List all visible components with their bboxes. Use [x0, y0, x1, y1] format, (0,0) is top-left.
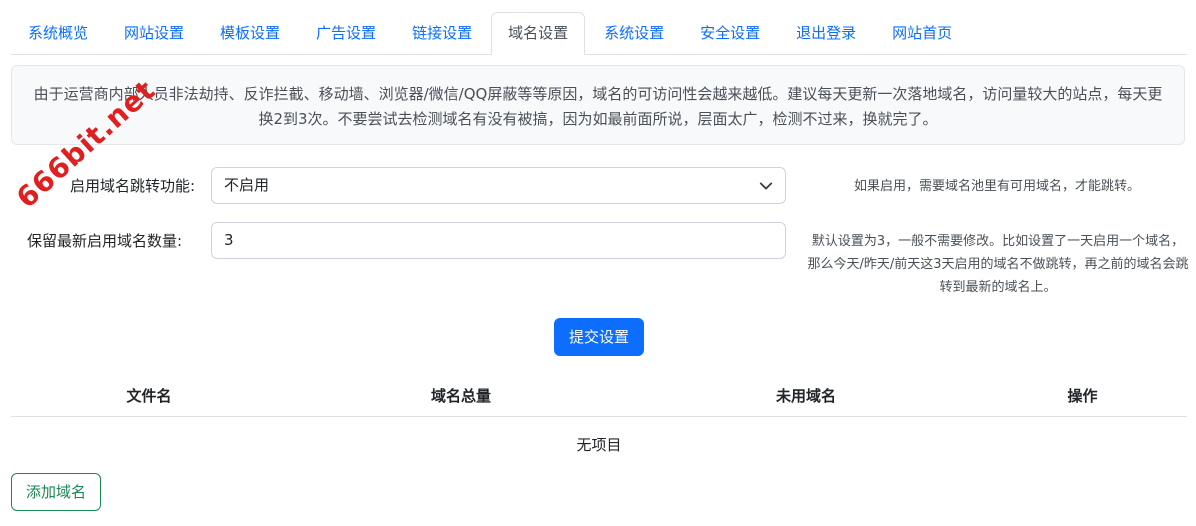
keep-count-input[interactable]: 3 [211, 222, 786, 259]
add-domain-button[interactable]: 添加域名 [11, 473, 101, 511]
notice-text: 由于运营商内部人员非法劫持、反诈拦截、移动墙、浏览器/微信/QQ屏蔽等等原因，域… [33, 85, 1163, 128]
column-actions: 操作 [1067, 387, 1098, 405]
domain-table-header: 文件名 域名总量 未用域名 操作 [11, 376, 1187, 417]
table-empty-message: 无项目 [576, 436, 622, 454]
nav-tabs: 系统概览 网站设置 模板设置 广告设置 链接设置 域名设置 系统设置 安全设置 … [11, 12, 1187, 55]
tab-site-home[interactable]: 网站首页 [875, 12, 969, 54]
column-unused-domains: 未用域名 [775, 387, 836, 405]
notice-box: 由于运营商内部人员非法劫持、反诈拦截、移动墙、浏览器/微信/QQ屏蔽等等原因，域… [11, 65, 1185, 145]
keep-count-label: 保留最新启用域名数量: [26, 232, 182, 250]
column-file-name: 文件名 [126, 387, 172, 405]
tab-security-settings[interactable]: 安全设置 [683, 12, 777, 54]
redirect-help: 如果启用，需要域名池里有可用域名，才能跳转。 [853, 179, 1140, 194]
tab-link-settings[interactable]: 链接设置 [395, 12, 489, 54]
column-domain-total: 域名总量 [430, 387, 491, 405]
keep-count-help: 默认设置为3，一般不需要修改。比如设置了一天启用一个域名，那么今天/昨天/前天这… [807, 234, 1189, 295]
tab-ad-settings[interactable]: 广告设置 [299, 12, 393, 54]
chevron-down-icon [759, 182, 773, 190]
keep-count-value: 3 [224, 231, 234, 249]
tab-site-settings[interactable]: 网站设置 [107, 12, 201, 54]
tab-template-settings[interactable]: 模板设置 [203, 12, 297, 54]
redirect-label: 启用域名跳转功能: [69, 177, 195, 195]
tab-system-settings[interactable]: 系统设置 [587, 12, 681, 54]
submit-settings-button[interactable]: 提交设置 [554, 318, 644, 356]
redirect-select-value: 不启用 [224, 176, 270, 194]
tab-system-overview[interactable]: 系统概览 [11, 12, 105, 54]
tab-domain-settings[interactable]: 域名设置 [491, 12, 586, 55]
tab-logout[interactable]: 退出登录 [779, 12, 873, 54]
redirect-select[interactable]: 不启用 [211, 167, 786, 204]
